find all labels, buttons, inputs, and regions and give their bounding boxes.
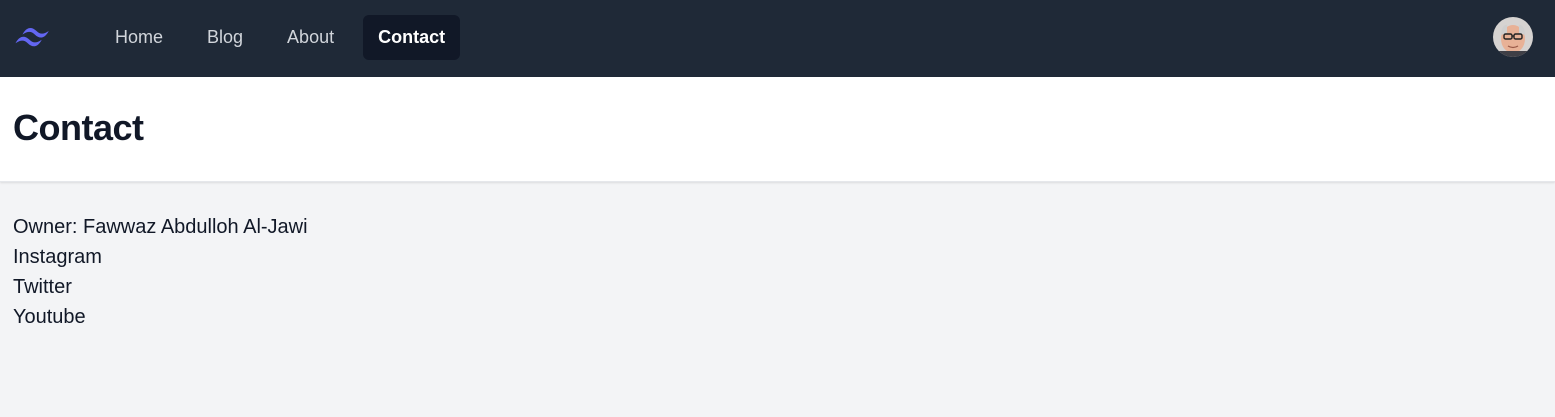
page-header: Contact bbox=[0, 77, 1555, 182]
page-title: Contact bbox=[13, 107, 144, 148]
user-avatar[interactable] bbox=[1493, 17, 1533, 57]
tailwind-logo-icon[interactable] bbox=[12, 24, 54, 52]
nav-item-blog[interactable]: Blog bbox=[192, 15, 258, 60]
avatar-icon bbox=[1493, 17, 1533, 57]
nav-item-home[interactable]: Home bbox=[100, 15, 178, 60]
owner-text: Owner: Fawwaz Abdulloh Al-Jawi bbox=[13, 216, 308, 238]
nav-links: Home Blog About Contact bbox=[100, 15, 461, 60]
nav-item-contact[interactable]: Contact bbox=[363, 15, 461, 60]
nav-item-about[interactable]: About bbox=[272, 15, 349, 60]
twitter-link[interactable]: Twitter bbox=[13, 272, 308, 302]
instagram-link[interactable]: Instagram bbox=[13, 242, 308, 272]
top-navbar: Home Blog About Contact bbox=[0, 0, 1555, 77]
contact-content: Owner: Fawwaz Abdulloh Al-Jawi Instagram… bbox=[13, 212, 308, 332]
youtube-link[interactable]: Youtube bbox=[13, 302, 308, 332]
